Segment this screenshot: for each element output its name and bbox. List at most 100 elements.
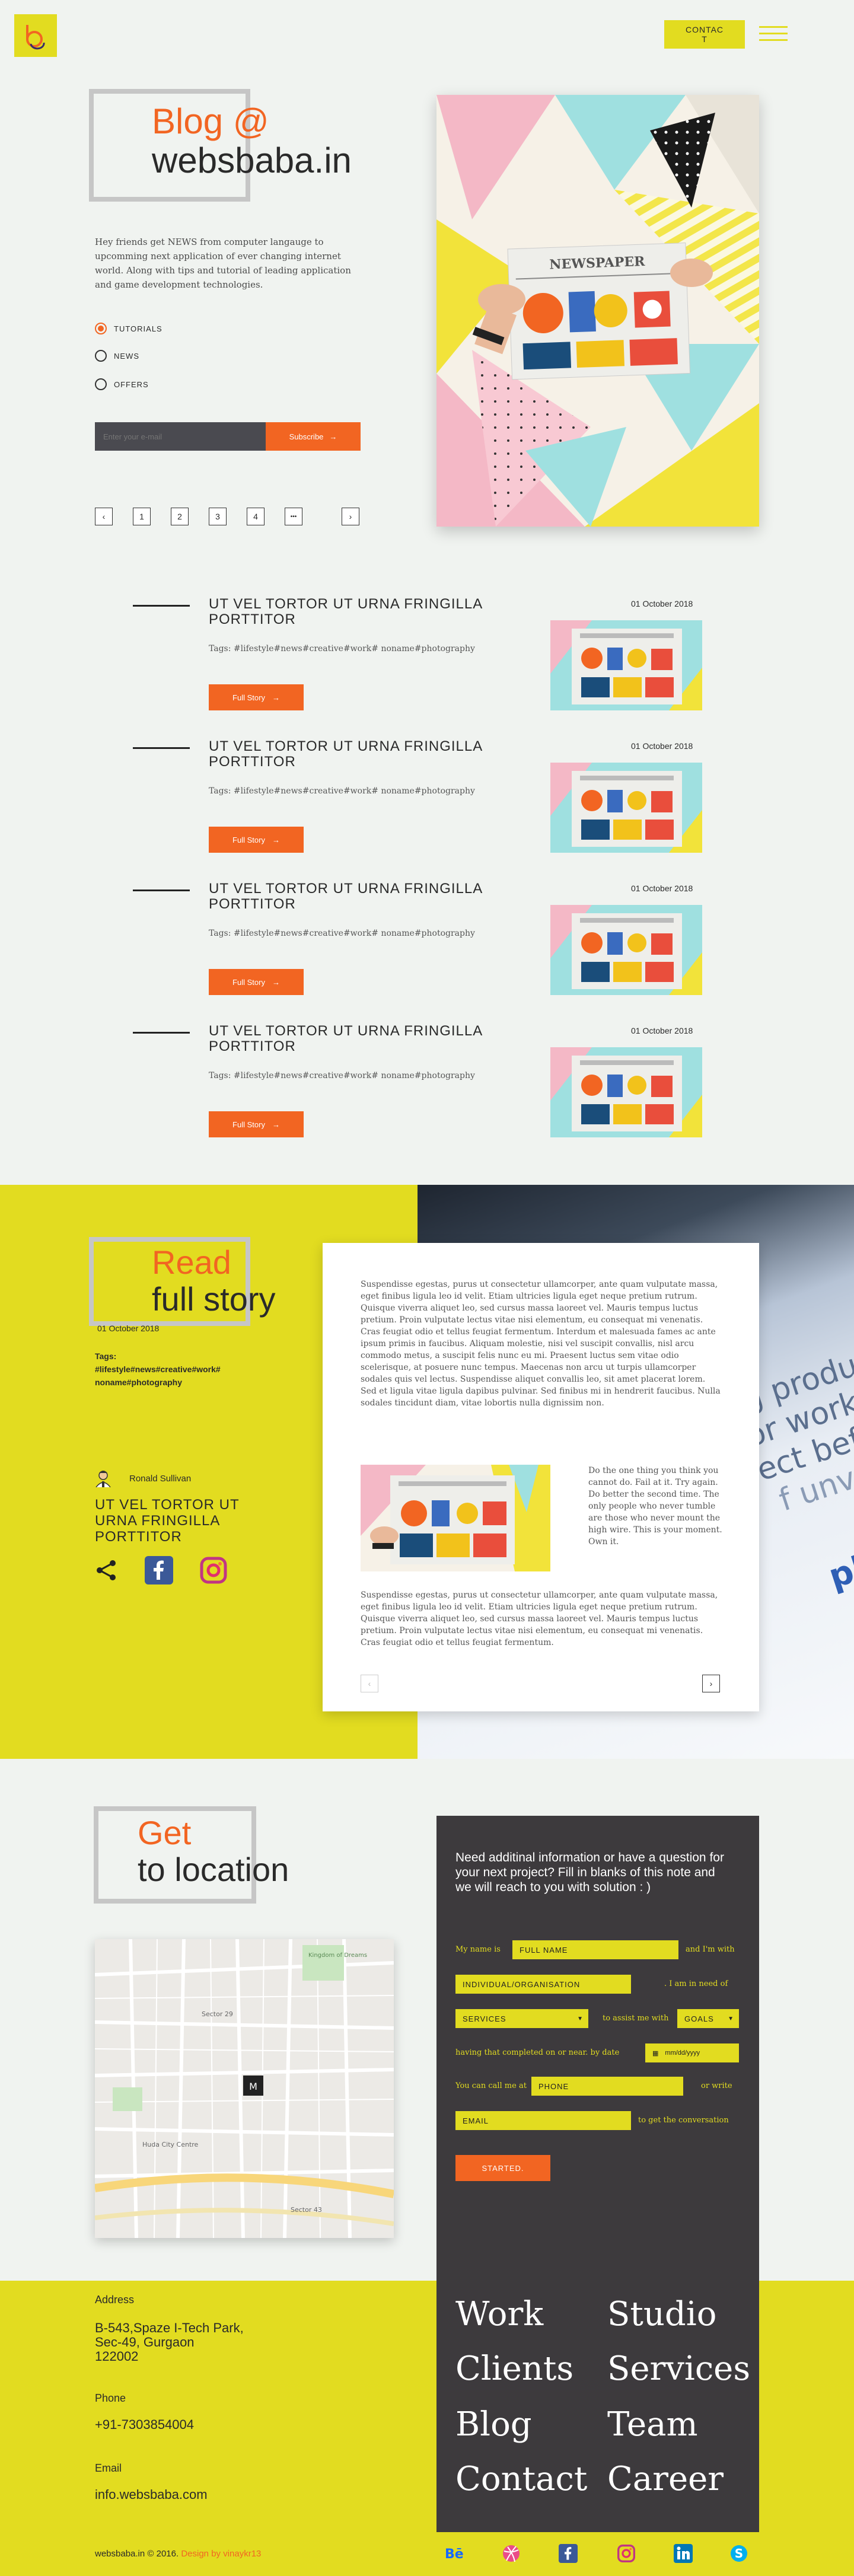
article-image	[361, 1465, 550, 1571]
svg-text:Huda City Centre: Huda City Centre	[142, 2141, 199, 2148]
section-title: Get to location	[138, 1814, 289, 1888]
post-thumbnail[interactable]	[550, 905, 702, 995]
prev-article-button[interactable]: ‹	[361, 1675, 378, 1692]
svg-text:M: M	[249, 2081, 257, 2092]
post-thumbnail[interactable]	[550, 620, 702, 710]
article-paragraph: Suspendisse egestas, purus ut consectetu…	[361, 1280, 721, 1408]
section-title: Read full story	[152, 1244, 276, 1318]
phone-field[interactable]: PHONE	[531, 2077, 683, 2096]
radio-checked-icon	[95, 323, 107, 334]
radio-unchecked-icon	[95, 378, 107, 390]
started-button[interactable]: STARTED.	[455, 2155, 550, 2181]
facebook-icon[interactable]	[145, 1556, 173, 1585]
svg-text:Sector 29: Sector 29	[202, 2010, 233, 2018]
logo-icon	[26, 25, 45, 50]
dropdown-arrow-icon: ▼	[577, 2015, 584, 2022]
newspaper-thumbnail-image	[550, 905, 702, 995]
contact-button[interactable]: CONTAC T	[664, 20, 745, 49]
instagram-icon[interactable]	[614, 2542, 638, 2565]
nav-services[interactable]: Services	[607, 2349, 750, 2388]
svg-text:plan, bl: plan, bl	[824, 1516, 854, 1596]
post-tags: Tags: #lifestyle#news#creative#work# non…	[209, 786, 475, 796]
hamburger-menu-icon[interactable]	[759, 26, 788, 43]
address-label: Address	[95, 2294, 135, 2306]
post-title[interactable]: UT VEL TORTOR UT URNA FRINGILLA PORTTITO…	[209, 739, 493, 770]
email-field[interactable]: EMAIL	[455, 2111, 631, 2130]
post-tags: Tags: #lifestyle#news#creative#work# non…	[209, 1071, 475, 1080]
nav-team[interactable]: Team	[607, 2405, 698, 2444]
subscribe-button[interactable]: Subscribe →	[266, 422, 361, 451]
page-1-button[interactable]: 1	[133, 508, 151, 525]
post-date: 01 October 2018	[631, 1026, 693, 1035]
page-2-button[interactable]: 2	[171, 508, 189, 525]
full-story-button[interactable]: Full Story →	[209, 684, 304, 710]
share-bar	[95, 1556, 228, 1585]
location-map[interactable]: Kingdom of Dreams Sector 29 Huda City Ce…	[95, 1939, 394, 2238]
newspaper-thumbnail-image	[550, 620, 702, 710]
svg-text:Sector 43: Sector 43	[291, 2206, 322, 2214]
page-4-button[interactable]: 4	[247, 508, 265, 525]
services-select[interactable]: SERVICES ▼	[455, 2009, 588, 2028]
svg-text:Kingdom of Dreams: Kingdom of Dreams	[308, 1952, 367, 1959]
post-title[interactable]: UT VEL TORTOR UT URNA FRINGILLA PORTTITO…	[209, 597, 493, 627]
nav-blog[interactable]: Blog	[455, 2405, 532, 2444]
nav-career[interactable]: Career	[607, 2460, 724, 2498]
dropdown-arrow-icon: ▼	[728, 2015, 734, 2022]
newspaper-thumbnail-image	[550, 763, 702, 853]
post-divider	[133, 1032, 190, 1034]
nav-studio[interactable]: Studio	[607, 2295, 716, 2333]
websbaba-logo[interactable]	[14, 14, 57, 57]
next-article-button[interactable]: ›	[702, 1675, 720, 1692]
page-3-button[interactable]: 3	[209, 508, 227, 525]
nav-contact[interactable]: Contact	[455, 2460, 587, 2498]
post-date: 01 October 2018	[631, 599, 693, 608]
read-post-title: UT VEL TORTOR UT URNA FRINGILLA PORTTITO…	[95, 1497, 240, 1545]
contact-form-panel: Need additinal information or have a que…	[436, 1816, 759, 2532]
next-page-button[interactable]: ›	[342, 508, 359, 525]
post-title[interactable]: UT VEL TORTOR UT URNA FRINGILLA PORTTITO…	[209, 881, 493, 912]
email-address[interactable]: info.websbaba.com	[95, 2487, 208, 2502]
goals-select[interactable]: GOALS ▼	[677, 2009, 739, 2028]
email-input[interactable]	[95, 422, 266, 451]
arrow-right-icon: →	[329, 432, 337, 441]
newspaper-article-image	[361, 1465, 550, 1571]
post-title[interactable]: UT VEL TORTOR UT URNA FRINGILLA PORTTITO…	[209, 1024, 493, 1054]
nav-work[interactable]: Work	[455, 2295, 543, 2333]
arrow-right-icon: →	[272, 693, 280, 702]
option-news[interactable]: NEWS	[95, 350, 139, 362]
skype-icon[interactable]: S	[727, 2542, 751, 2565]
option-tutorials[interactable]: TUTORIALS	[95, 323, 162, 334]
full-story-button[interactable]: Full Story →	[209, 969, 304, 995]
behance-icon[interactable]: Bē	[444, 2542, 467, 2565]
post-tags: Tags: #lifestyle#news#creative#work# non…	[209, 929, 475, 938]
post-divider	[133, 890, 190, 891]
hero-image: NEWSPAPER	[436, 95, 759, 527]
full-story-button[interactable]: Full Story →	[209, 1111, 304, 1137]
facebook-icon[interactable]	[556, 2542, 580, 2565]
post-date: 01 October 2018	[631, 884, 693, 893]
option-offers[interactable]: OFFERS	[95, 378, 149, 390]
dribbble-icon[interactable]	[499, 2542, 523, 2565]
radio-unchecked-icon	[95, 350, 107, 362]
linkedin-icon[interactable]	[671, 2542, 695, 2565]
pagination: ‹	[95, 508, 113, 525]
post-thumbnail[interactable]	[550, 763, 702, 853]
organisation-field[interactable]: INDIVIDUAL/ORGANISATION	[455, 1975, 631, 1994]
svg-text:Bē: Bē	[445, 2547, 464, 2561]
author[interactable]: Ronald Sullivan	[95, 1469, 191, 1487]
arrow-right-icon: →	[272, 1120, 280, 1129]
date-field[interactable]: ▦ mm/dd/yyyy	[645, 2043, 739, 2062]
more-pages-button[interactable]: •••	[285, 508, 302, 525]
full-name-field[interactable]: FULL NAME	[512, 1940, 678, 1959]
instagram-icon[interactable]	[199, 1556, 228, 1585]
post-thumbnail[interactable]	[550, 1047, 702, 1137]
phone-number[interactable]: +91-7303854004	[95, 2417, 194, 2432]
post-tags: Tags: #lifestyle#news#creative#work# non…	[209, 644, 475, 653]
share-icon[interactable]	[95, 1558, 119, 1582]
prev-page-button[interactable]: ‹	[95, 508, 113, 525]
article-quote: Do the one thing you think you cannot do…	[588, 1466, 722, 1547]
nav-clients[interactable]: Clients	[455, 2349, 573, 2388]
read-date: 01 October 2018	[97, 1324, 160, 1333]
full-story-button[interactable]: Full Story →	[209, 827, 304, 853]
designer-credit[interactable]: Design by vinaykr13	[181, 2549, 261, 2559]
